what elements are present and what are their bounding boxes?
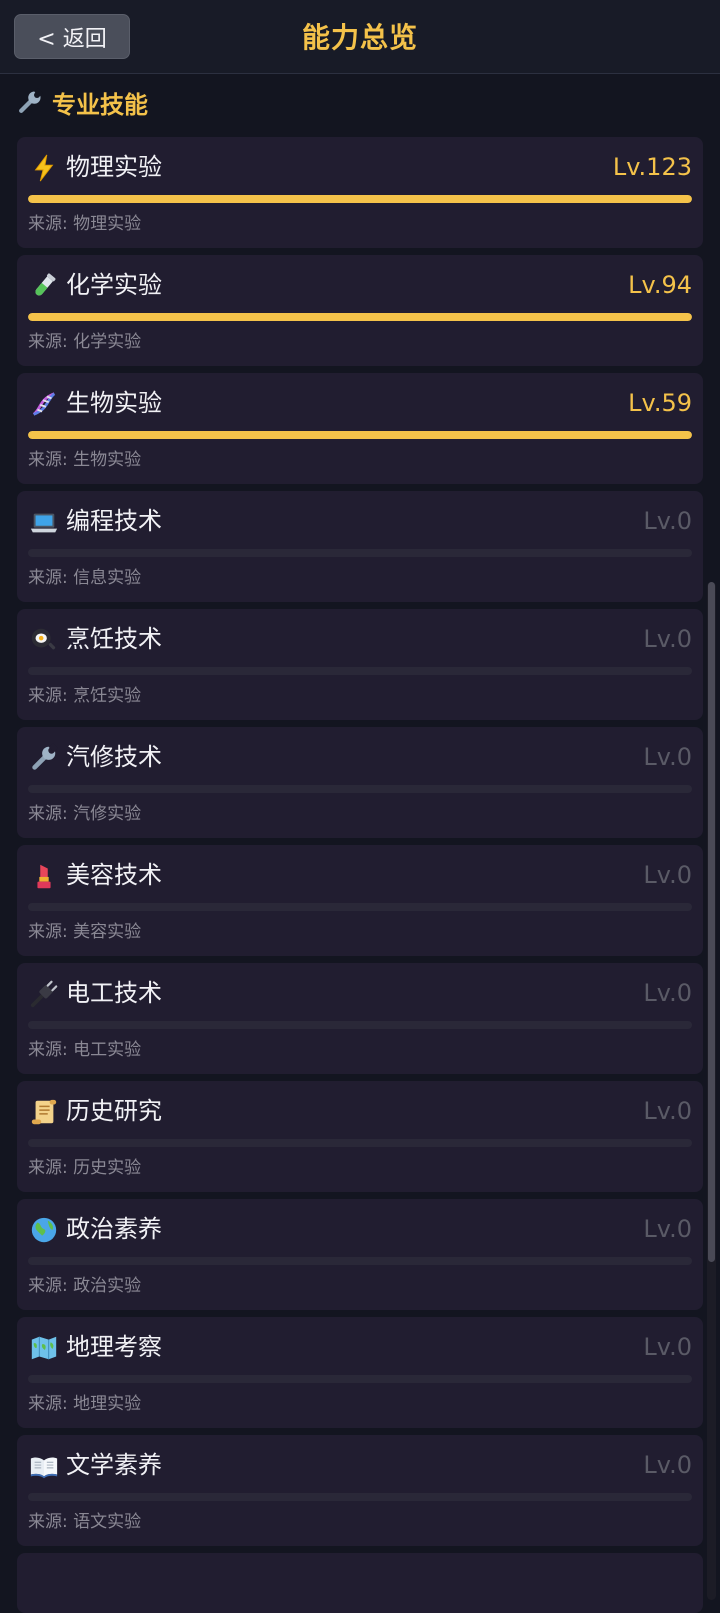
skill-level: Lv.0 bbox=[643, 1097, 692, 1125]
skill-name: 生物实验 bbox=[66, 389, 162, 417]
skill-source: 来源: 烹饪实验 bbox=[28, 686, 142, 706]
level-progress-bar bbox=[28, 1021, 692, 1029]
skill-level: Lv.0 bbox=[643, 743, 692, 771]
skill-card[interactable]: 物理实验 Lv.123 来源: 物理实验 bbox=[17, 137, 703, 248]
skill-source: 来源: 信息实验 bbox=[28, 568, 142, 588]
skill-name: 电工技术 bbox=[66, 979, 162, 1007]
skill-card[interactable]: 地理考察 Lv.0 来源: 地理实验 bbox=[17, 1317, 703, 1428]
globe-icon bbox=[28, 1214, 60, 1246]
scrollbar-thumb[interactable] bbox=[708, 582, 715, 1262]
skill-card[interactable]: 历史研究 Lv.0 来源: 历史实验 bbox=[17, 1081, 703, 1192]
skill-card[interactable]: 汽修技术 Lv.0 来源: 汽修实验 bbox=[17, 727, 703, 838]
skill-name: 编程技术 bbox=[66, 507, 162, 535]
wrench-icon bbox=[28, 742, 60, 774]
skill-card[interactable]: 美容技术 Lv.0 来源: 美容实验 bbox=[17, 845, 703, 956]
skill-name: 政治素养 bbox=[66, 1215, 162, 1243]
skill-level: Lv.123 bbox=[612, 153, 692, 181]
electric-plug-icon bbox=[28, 978, 60, 1010]
skill-source: 来源: 地理实验 bbox=[28, 1394, 142, 1414]
skill-level: Lv.59 bbox=[628, 389, 692, 417]
skill-name: 地理考察 bbox=[66, 1333, 162, 1361]
skill-level: Lv.0 bbox=[643, 507, 692, 535]
skill-source: 来源: 政治实验 bbox=[28, 1276, 142, 1296]
skill-level: Lv.0 bbox=[643, 1215, 692, 1243]
level-progress-bar bbox=[28, 1257, 692, 1265]
skill-card[interactable]: 烹饪技术 Lv.0 来源: 烹饪实验 bbox=[17, 609, 703, 720]
level-progress-bar bbox=[28, 313, 692, 321]
level-progress-bar bbox=[28, 549, 692, 557]
test-tube-icon bbox=[28, 270, 60, 302]
skill-source: 来源: 语文实验 bbox=[28, 1512, 142, 1532]
skill-name: 汽修技术 bbox=[66, 743, 162, 771]
level-progress-bar bbox=[28, 431, 692, 439]
skill-name: 烹饪技术 bbox=[66, 625, 162, 653]
skill-level: Lv.0 bbox=[643, 861, 692, 889]
frying-pan-icon bbox=[28, 624, 60, 656]
page-title: 能力总览 bbox=[301, 21, 418, 54]
level-progress-bar bbox=[28, 1375, 692, 1383]
wrench-icon bbox=[16, 88, 44, 116]
skill-card[interactable]: 生物实验 Lv.59 来源: 生物实验 bbox=[17, 373, 703, 484]
skill-name: 美容技术 bbox=[66, 861, 162, 889]
skill-source: 来源: 化学实验 bbox=[28, 332, 142, 352]
skill-name: 文学素养 bbox=[66, 1451, 162, 1479]
level-progress-bar bbox=[28, 1139, 692, 1147]
laptop-icon bbox=[28, 506, 60, 538]
skill-card[interactable]: 化学实验 Lv.94 来源: 化学实验 bbox=[17, 255, 703, 366]
open-book-icon bbox=[28, 1450, 60, 1482]
skill-card[interactable] bbox=[17, 1553, 703, 1613]
lipstick-icon bbox=[28, 860, 60, 892]
skill-level: Lv.0 bbox=[643, 979, 692, 1007]
skill-source: 来源: 电工实验 bbox=[28, 1040, 142, 1060]
skill-source: 来源: 美容实验 bbox=[28, 922, 142, 942]
section-header: 专业技能 bbox=[16, 86, 148, 119]
section-title: 专业技能 bbox=[52, 90, 148, 119]
skill-source: 来源: 汽修实验 bbox=[28, 804, 142, 824]
skill-card[interactable]: 政治素养 Lv.0 来源: 政治实验 bbox=[17, 1199, 703, 1310]
skill-level: Lv.0 bbox=[643, 1333, 692, 1361]
skill-card[interactable]: 编程技术 Lv.0 来源: 信息实验 bbox=[17, 491, 703, 602]
skill-source: 来源: 历史实验 bbox=[28, 1158, 142, 1178]
level-progress-bar bbox=[28, 195, 692, 203]
skill-name: 历史研究 bbox=[66, 1097, 162, 1125]
lightning-icon bbox=[28, 152, 60, 184]
skill-level: Lv.94 bbox=[628, 271, 692, 299]
skill-level: Lv.0 bbox=[643, 1451, 692, 1479]
skill-card[interactable]: 电工技术 Lv.0 来源: 电工实验 bbox=[17, 963, 703, 1074]
skill-level: Lv.0 bbox=[643, 625, 692, 653]
level-progress-bar bbox=[28, 785, 692, 793]
skill-source: 来源: 物理实验 bbox=[28, 214, 142, 234]
scroll-icon bbox=[28, 1096, 60, 1128]
skill-source: 来源: 生物实验 bbox=[28, 450, 142, 470]
level-progress-bar bbox=[28, 1493, 692, 1501]
skill-name: 物理实验 bbox=[66, 153, 162, 181]
skill-card[interactable]: 文学素养 Lv.0 来源: 语文实验 bbox=[17, 1435, 703, 1546]
level-progress-bar bbox=[28, 903, 692, 911]
level-progress-bar bbox=[28, 667, 692, 675]
skill-name: 化学实验 bbox=[66, 271, 162, 299]
top-bar: < 返回 能力总览 bbox=[0, 0, 720, 74]
dna-icon bbox=[28, 388, 60, 420]
world-map-icon bbox=[28, 1332, 60, 1364]
